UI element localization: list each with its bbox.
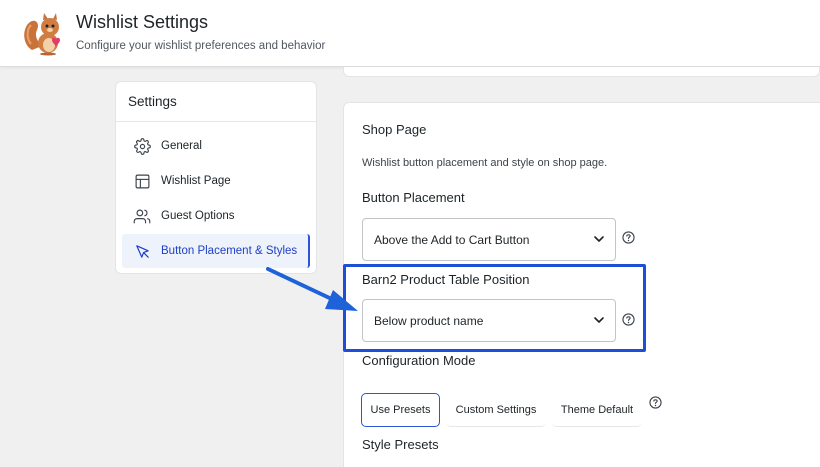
button-placement-label: Button Placement — [362, 190, 465, 205]
sidebar-item-wishlist-page[interactable]: Wishlist Page — [122, 164, 310, 198]
shop-page-heading: Shop Page — [362, 122, 427, 137]
sidebar-item-guest-options[interactable]: Guest Options — [122, 199, 310, 233]
sidebar-item-label: Button Placement & Styles — [161, 245, 298, 257]
users-icon — [133, 207, 151, 225]
tab-label: Theme Default — [560, 403, 634, 416]
page-subtitle: Configure your wishlist preferences and … — [76, 40, 326, 52]
sidebar-item-label: General — [161, 140, 202, 152]
help-icon[interactable] — [649, 396, 662, 409]
tab-custom-settings[interactable]: Custom Settings — [446, 393, 546, 427]
help-icon[interactable] — [622, 231, 635, 244]
sidebar-item-label: Guest Options — [161, 210, 235, 222]
previous-card-edge — [343, 67, 820, 77]
chevron-down-icon — [593, 233, 605, 245]
help-icon[interactable] — [622, 313, 635, 326]
squirrel-logo-icon — [22, 10, 66, 56]
chevron-down-icon — [593, 314, 605, 326]
select-value: Below product name — [374, 313, 484, 328]
barn2-position-select[interactable]: Below product name — [362, 299, 616, 342]
style-presets-label: Style Presets — [362, 437, 439, 452]
layout-icon — [133, 172, 151, 190]
gear-icon — [133, 137, 151, 155]
settings-sidebar: Settings General Wishlist Page Guest Opt… — [115, 81, 317, 274]
barn2-position-label: Barn2 Product Table Position — [362, 272, 530, 287]
sidebar-title: Settings — [128, 94, 177, 109]
sidebar-item-button-placement-styles[interactable]: Button Placement & Styles — [122, 234, 310, 268]
sidebar-item-label: Wishlist Page — [161, 175, 231, 187]
tab-use-presets[interactable]: Use Presets — [361, 393, 440, 427]
select-value: Above the Add to Cart Button — [374, 232, 530, 247]
tab-label: Use Presets — [370, 404, 431, 416]
cursor-icon — [133, 242, 151, 260]
app-header: Wishlist Settings Configure your wishlis… — [0, 0, 820, 67]
divider — [116, 121, 316, 122]
shop-page-description: Wishlist button placement and style on s… — [362, 157, 608, 169]
button-placement-select[interactable]: Above the Add to Cart Button — [362, 218, 616, 261]
page-title: Wishlist Settings — [76, 12, 209, 32]
configuration-mode-label: Configuration Mode — [362, 353, 476, 368]
sidebar-item-general[interactable]: General — [122, 129, 310, 163]
tab-label: Custom Settings — [455, 403, 537, 416]
tab-theme-default[interactable]: Theme Default — [552, 393, 642, 427]
